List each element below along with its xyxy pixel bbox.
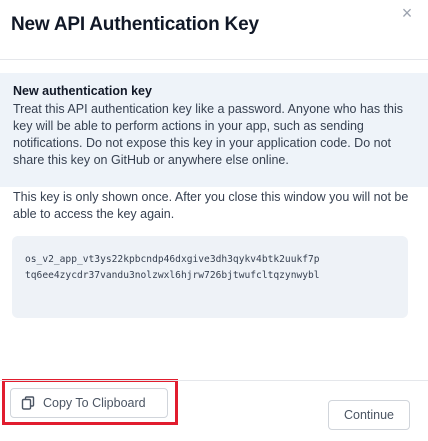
continue-button[interactable]: Continue [328,400,410,430]
api-key-modal: New API Authentication Key × New authent… [0,0,428,441]
api-key-line-2[interactable]: tq6ee4zycdr37vandu3nolzwxl6hjrw726bjtwuf… [25,268,408,284]
modal-title: New API Authentication Key [11,14,259,35]
modal-footer: Continue [0,380,428,441]
modal-header: New API Authentication Key × [0,0,428,60]
api-key-line-1[interactable]: os_v2_app_vt3ys22kpbcndp46dxgive3dh3qykv… [25,252,408,268]
alert-title: New authentication key [13,84,152,98]
info-alert: New authentication key Treat this API au… [0,73,428,187]
one-time-notice: This key is only shown once. After you c… [13,190,409,221]
close-icon[interactable]: × [396,2,418,24]
api-key-box[interactable]: os_v2_app_vt3ys22kpbcndp46dxgive3dh3qykv… [12,236,408,318]
modal-body: New authentication key Treat this API au… [0,60,428,425]
alert-text: Treat this API authentication key like a… [13,102,404,167]
